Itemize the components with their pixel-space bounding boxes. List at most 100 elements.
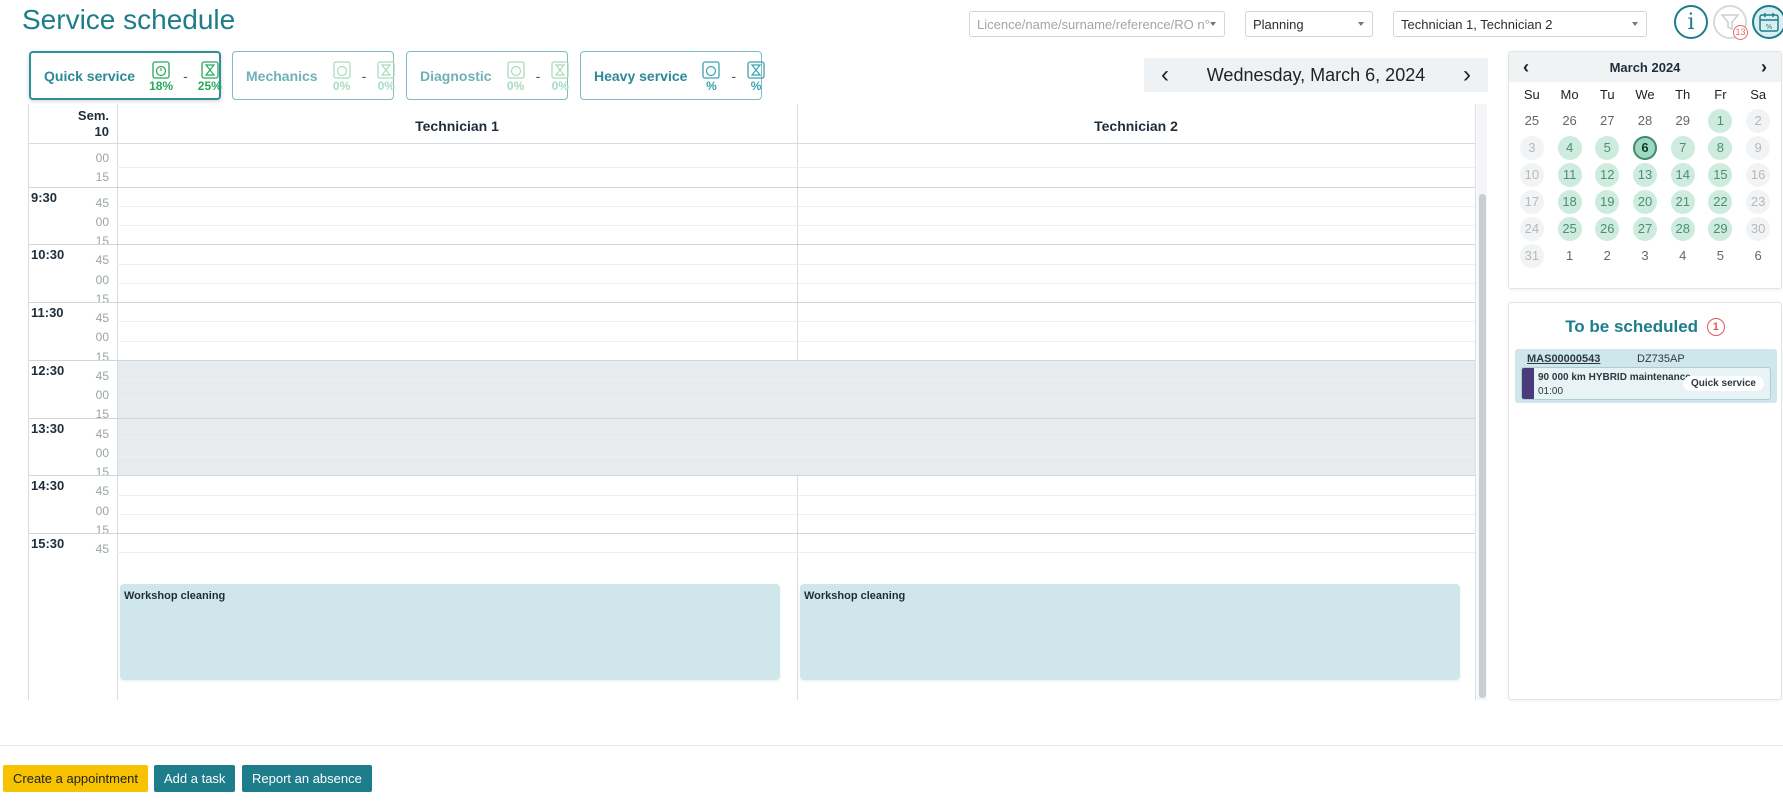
to-be-scheduled-panel: To be scheduled 1 MAS00000543 DZ735AP 90… — [1508, 302, 1782, 700]
calendar-day[interactable]: 29 — [1671, 109, 1695, 133]
calendar-day[interactable]: 4 — [1557, 136, 1582, 160]
gauge-booked: 18% — [149, 60, 173, 92]
view-select-value: Planning — [1253, 17, 1304, 32]
calendar-day[interactable]: 15 — [1708, 163, 1733, 187]
mini-calendar: ‹ March 2024 › Su Mo Tu We Th Fr Sa 25 26 27 28 29 1… — [1508, 51, 1782, 289]
minute-label: 45 — [95, 195, 109, 210]
calendar-day[interactable]: 25 — [1557, 217, 1582, 241]
calendar-day[interactable]: 23 — [1746, 190, 1771, 214]
calendar-day[interactable]: 27 — [1595, 109, 1619, 133]
calendar-day[interactable]: 31 — [1519, 244, 1544, 268]
calendar-day[interactable]: 24 — [1519, 217, 1544, 241]
gauge-clock-icon — [152, 60, 170, 79]
category-heavy-service[interactable]: Heavy service % - % — [580, 51, 765, 100]
gauge-percent: % — [706, 78, 717, 93]
calendar-day[interactable]: 13 — [1632, 163, 1657, 187]
calendar-day[interactable]: 29 — [1708, 217, 1733, 241]
category-quick-service[interactable]: Quick service 18% - 25% — [29, 51, 222, 100]
search-input[interactable]: Licence/name/surname/reference/RO n° — [969, 11, 1225, 37]
calendar-day[interactable]: 26 — [1558, 109, 1582, 133]
category-mechanics[interactable]: Mechanics 0% - 0% — [232, 51, 395, 100]
calendar-day-selected[interactable]: 6 — [1632, 136, 1657, 160]
calendar-day[interactable]: 5 — [1595, 136, 1620, 160]
calendar-day[interactable]: 3 — [1633, 244, 1657, 268]
gauge-separator: - — [183, 67, 188, 84]
weekday-label: Sa — [1750, 87, 1767, 102]
hourglass-icon — [551, 60, 569, 79]
weekday-label: Mo — [1560, 87, 1579, 102]
schedule-scrollbar-thumb[interactable] — [1479, 194, 1486, 698]
calendar-day[interactable]: 16 — [1746, 163, 1771, 187]
mini-calendar-title: March 2024 — [1609, 59, 1681, 75]
prev-month-button[interactable]: ‹ — [1523, 57, 1529, 78]
column-divider — [1475, 104, 1476, 700]
calendar-day[interactable]: 1 — [1708, 109, 1733, 133]
order-reference-link[interactable]: MAS00000543 — [1527, 353, 1600, 365]
calendar-day[interactable]: 22 — [1708, 190, 1733, 214]
add-task-button[interactable]: Add a task — [154, 765, 236, 792]
calendar-day[interactable]: 18 — [1557, 190, 1582, 214]
prev-day-button[interactable]: ‹ — [1154, 63, 1176, 87]
calendar-day[interactable]: 20 — [1632, 190, 1657, 214]
minute-label: 45 — [95, 542, 109, 556]
minute-label: 15 — [95, 407, 109, 422]
filter-count-badge: 13 — [1733, 25, 1748, 40]
calendar-day[interactable]: 28 — [1633, 109, 1657, 133]
technician-select-value: Technician 1, Technician 2 — [1401, 17, 1553, 32]
calendar-day[interactable]: 12 — [1595, 163, 1620, 187]
calendar-day[interactable]: 11 — [1557, 163, 1582, 187]
weekday-label: Tu — [1599, 87, 1615, 102]
calendar-day[interactable]: 6 — [1746, 244, 1770, 268]
calendar-day[interactable]: 2 — [1746, 109, 1771, 133]
technician-select[interactable]: Technician 1, Technician 2 — [1393, 11, 1647, 37]
calendar-day[interactable]: 27 — [1632, 217, 1657, 241]
hour-line — [29, 302, 1475, 303]
to-be-scheduled-title-text: To be scheduled — [1565, 317, 1699, 336]
hourglass-icon — [747, 60, 765, 79]
view-select[interactable]: Planning — [1245, 11, 1373, 37]
calendar-day[interactable]: 21 — [1670, 190, 1695, 214]
minute-label: 00 — [95, 330, 109, 345]
calendar-day[interactable]: 19 — [1595, 190, 1620, 214]
slot-line — [117, 513, 1475, 515]
calendar-day[interactable]: 17 — [1519, 190, 1544, 214]
task-block[interactable]: Workshop cleaning — [800, 584, 1460, 680]
minute-label: 15 — [95, 170, 109, 185]
calendar-day[interactable]: 25 — [1520, 109, 1544, 133]
unscheduled-order-card[interactable]: MAS00000543 DZ735AP 90 000 km HYBRID mai… — [1515, 349, 1777, 403]
calendar-day[interactable]: 30 — [1746, 217, 1771, 241]
create-appointment-button[interactable]: Create a appointment — [3, 765, 149, 792]
calendar-day[interactable]: 7 — [1670, 136, 1695, 160]
calendar-day[interactable]: 8 — [1708, 136, 1733, 160]
next-month-button[interactable]: › — [1761, 57, 1767, 78]
calendar-day[interactable]: 9 — [1746, 136, 1771, 160]
calendar-day[interactable]: 1 — [1558, 244, 1582, 268]
next-day-button[interactable]: › — [1456, 63, 1478, 87]
gauge-clock-icon — [702, 60, 721, 79]
calendar-day[interactable]: 2 — [1595, 244, 1619, 268]
slot-line — [117, 436, 1475, 438]
slot-line — [117, 379, 1475, 380]
gauge-separator: - — [731, 67, 737, 84]
hour-label: 14:30 — [31, 478, 65, 494]
calendar-day[interactable]: 14 — [1670, 163, 1695, 187]
hourglass-icon — [377, 60, 395, 79]
calendar-day[interactable]: 10 — [1519, 163, 1544, 187]
calendar-day[interactable]: 4 — [1671, 244, 1695, 268]
calendar-day[interactable]: 28 — [1670, 217, 1695, 241]
minute-label: 15 — [95, 291, 109, 306]
unscheduled-job[interactable]: 90 000 km HYBRID maintenance 01:00 Quick… — [1521, 367, 1771, 400]
to-be-scheduled-title: To be scheduled 1 — [1509, 317, 1781, 337]
hour-label: 12:30 — [31, 362, 65, 378]
current-date: Wednesday, March 6, 2024 — [1206, 64, 1426, 85]
calendar-day[interactable]: 5 — [1708, 244, 1732, 268]
report-absence-button[interactable]: Report an absence — [242, 765, 372, 792]
category-diagnostic[interactable]: Diagnostic 0% - 0% — [406, 51, 569, 100]
info-button[interactable]: i — [1674, 5, 1708, 39]
task-block[interactable]: Workshop cleaning — [120, 584, 780, 680]
slot-line — [117, 552, 1475, 554]
calendar-day[interactable]: 3 — [1519, 136, 1544, 160]
capacity-calendar-button[interactable]: % — [1752, 5, 1783, 39]
minute-label: 15 — [95, 349, 109, 364]
calendar-day[interactable]: 26 — [1595, 217, 1620, 241]
